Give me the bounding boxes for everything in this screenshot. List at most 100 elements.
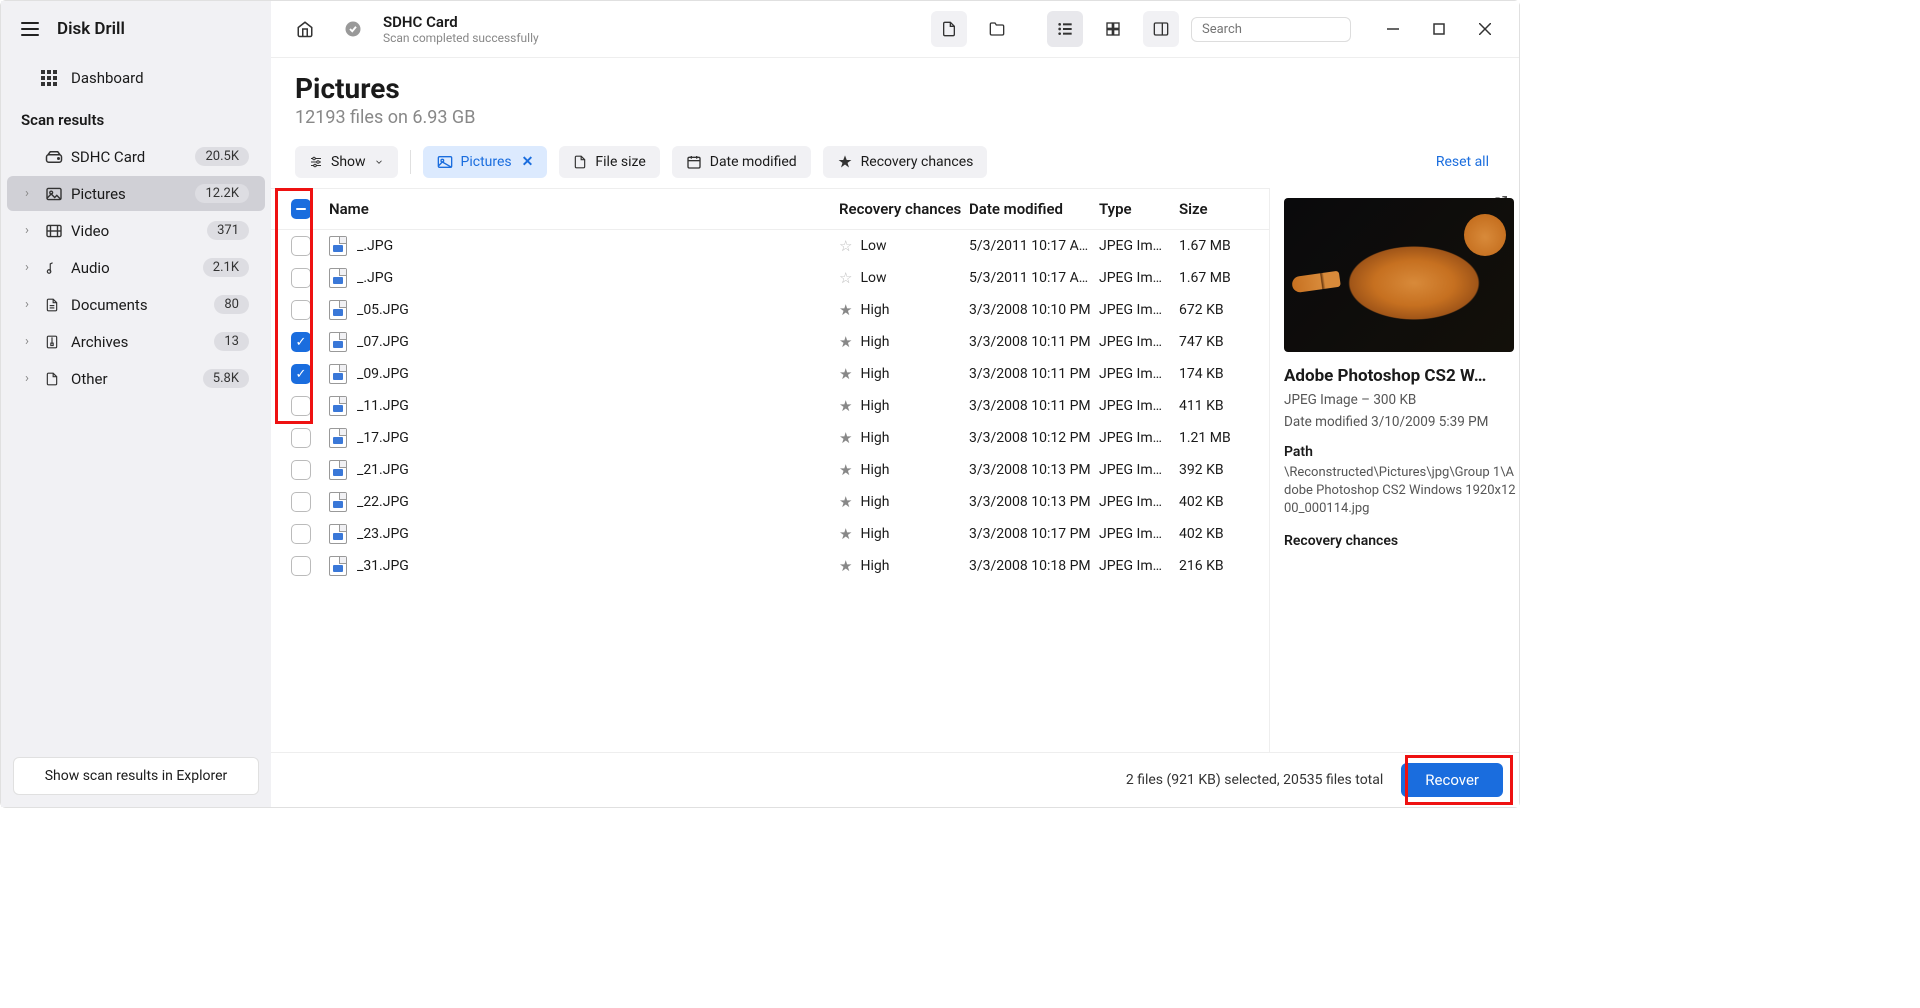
table-row[interactable]: _11.JPG★High3/3/2008 10:11 PMJPEG Im…411… [271,390,1269,422]
recover-button[interactable]: Recover [1401,763,1503,797]
maximize-button[interactable] [1421,11,1457,47]
table-row[interactable]: _21.JPG★High3/3/2008 10:13 PMJPEG Im…392… [271,454,1269,486]
dashboard-link[interactable]: Dashboard [1,57,271,99]
grid-icon [41,70,57,86]
home-button[interactable] [287,11,323,47]
folders-view-button[interactable] [979,11,1015,47]
recovery-value: High [860,302,889,318]
date-value: 3/3/2008 10:13 PM [969,494,1099,510]
file-icon [329,332,347,352]
file-name: _11.JPG [357,398,409,414]
check-circle-icon [344,20,362,38]
sidebar-item-sdhc-card[interactable]: ›SDHC Card20.5K [7,139,265,174]
nav-label: Pictures [71,185,195,203]
preview-panel: Adobe Photoshop CS2 W… JPEG Image – 300 … [1269,188,1519,752]
table-row[interactable]: _31.JPG★High3/3/2008 10:18 PMJPEG Im…216… [271,550,1269,582]
show-dropdown[interactable]: Show [295,146,398,178]
nav-label: Archives [71,333,214,351]
sidebar-item-pictures[interactable]: ›Pictures12.2K [7,176,265,211]
col-date[interactable]: Date modified [969,200,1099,218]
star-icon: ★ [839,365,852,383]
recovery-value: High [860,494,889,510]
star-icon: ★ [839,397,852,415]
show-in-explorer-button[interactable]: Show scan results in Explorer [13,757,259,795]
date-value: 3/3/2008 10:11 PM [969,366,1099,382]
table-row[interactable]: _05.JPG★High3/3/2008 10:10 PMJPEG Im…672… [271,294,1269,326]
size-value: 402 KB [1179,526,1259,542]
select-all-checkbox[interactable] [291,199,311,219]
table-row[interactable]: _.JPG☆Low5/3/2011 10:17 A…JPEG Im…1.67 M… [271,262,1269,294]
filter-chip-file-size[interactable]: File size [559,146,659,178]
table-row[interactable]: _22.JPG★High3/3/2008 10:13 PMJPEG Im…402… [271,486,1269,518]
row-checkbox[interactable] [291,428,311,448]
date-value: 5/3/2011 10:17 A… [969,238,1099,254]
table-row[interactable]: ✓_09.JPG★High3/3/2008 10:11 PMJPEG Im…17… [271,358,1269,390]
row-checkbox[interactable] [291,236,311,256]
size-value: 402 KB [1179,494,1259,510]
search-input[interactable] [1202,22,1368,37]
menu-button[interactable] [21,22,39,36]
star-icon: ★ [839,333,852,351]
file-icon [329,492,347,512]
row-checkbox[interactable] [291,492,311,512]
row-checkbox[interactable] [291,556,311,576]
grid-view-button[interactable] [1095,11,1131,47]
col-size[interactable]: Size [1179,200,1259,218]
row-checkbox[interactable]: ✓ [291,332,311,352]
table-row[interactable]: _.JPG☆Low5/3/2011 10:17 A…JPEG Im…1.67 M… [271,230,1269,262]
list-view-button[interactable] [1047,11,1083,47]
row-checkbox[interactable] [291,524,311,544]
sidebar-item-video[interactable]: ›Video371 [7,213,265,248]
sidebar-item-archives[interactable]: ›Archives13 [7,324,265,359]
preview-toggle-button[interactable] [1143,11,1179,47]
file-icon [329,524,347,544]
sidebar: Disk Drill Dashboard Scan results ›SDHC … [1,1,271,807]
music-icon [45,260,61,276]
remove-chip-icon[interactable]: ✕ [522,154,534,170]
close-button[interactable] [1467,11,1503,47]
size-value: 392 KB [1179,462,1259,478]
file-icon [329,268,347,288]
minimize-button[interactable] [1375,11,1411,47]
date-value: 3/3/2008 10:18 PM [969,558,1099,574]
table-row[interactable]: ✓_07.JPG★High3/3/2008 10:11 PMJPEG Im…74… [271,326,1269,358]
type-value: JPEG Im… [1099,462,1179,478]
row-checkbox[interactable] [291,300,311,320]
size-value: 1.67 MB [1179,238,1259,254]
sliders-icon [309,156,323,168]
file-icon [329,460,347,480]
reset-all-link[interactable]: Reset all [1436,154,1495,170]
row-checkbox[interactable] [291,396,311,416]
size-value: 1.21 MB [1179,430,1259,446]
col-name[interactable]: Name [321,200,839,218]
col-recovery[interactable]: Recovery chances [839,200,969,218]
filter-chip-pictures[interactable]: Pictures✕ [423,146,548,178]
table-header: Name Recovery chances Date modified Type… [271,188,1269,230]
sidebar-item-audio[interactable]: ›Audio2.1K [7,250,265,285]
filter-chip-recovery-chances[interactable]: Recovery chances [823,146,988,178]
recovery-chances-label: Recovery chances [1284,533,1519,549]
star-icon: ★ [839,493,852,511]
row-checkbox[interactable] [291,460,311,480]
files-view-button[interactable] [931,11,967,47]
search-box[interactable] [1191,17,1351,42]
row-checkbox[interactable] [291,268,311,288]
path-label: Path [1284,444,1519,460]
col-type[interactable]: Type [1099,200,1179,218]
table-row[interactable]: _23.JPG★High3/3/2008 10:17 PMJPEG Im…402… [271,518,1269,550]
file-name: _.JPG [357,270,393,286]
file-name: _.JPG [357,238,393,254]
nav-count: 371 [207,221,249,240]
filter-chip-date-modified[interactable]: Date modified [672,146,811,178]
row-checkbox[interactable]: ✓ [291,364,311,384]
nav-count: 20.5K [195,147,249,166]
recovery-value: Low [860,270,886,286]
file-name: _31.JPG [357,558,409,574]
sidebar-item-documents[interactable]: ›Documents80 [7,287,265,322]
star-icon: ★ [839,525,852,543]
table-row[interactable]: _17.JPG★High3/3/2008 10:12 PMJPEG Im…1.2… [271,422,1269,454]
preview-image [1284,198,1514,352]
grid-view-icon [1105,21,1121,37]
recovery-value: High [860,558,889,574]
sidebar-item-other[interactable]: ›Other5.8K [7,361,265,396]
